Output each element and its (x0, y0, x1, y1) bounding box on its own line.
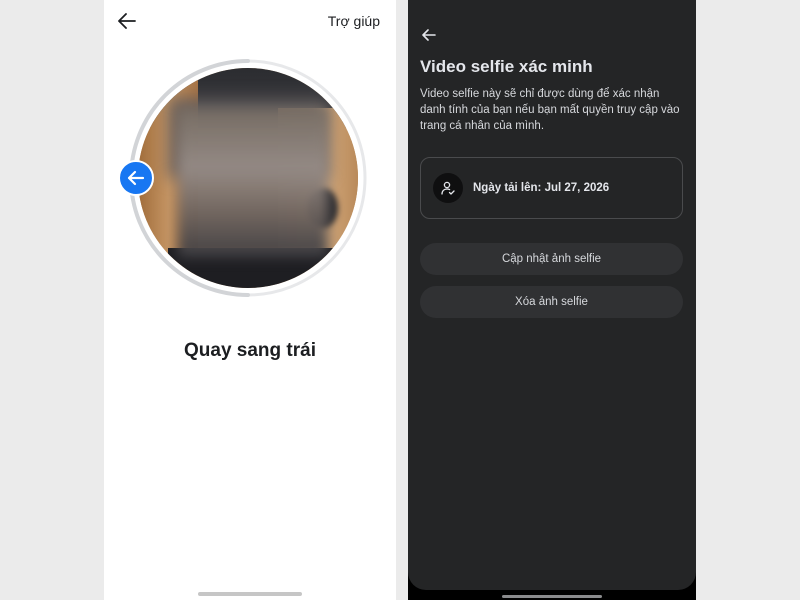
delete-selfie-button[interactable]: Xóa ảnh selfie (420, 286, 683, 318)
home-indicator (502, 595, 602, 598)
home-indicator (198, 592, 302, 596)
upload-date-text: Ngày tải lên: Jul 27, 2026 (473, 182, 610, 194)
back-arrow-icon (422, 29, 436, 41)
arrow-left-icon (127, 170, 145, 186)
screenshot-stage: Trợ giúp Quay sang trái Video selfie xác… (0, 0, 800, 600)
user-check-icon (433, 173, 463, 203)
face-camera-preview (138, 68, 358, 288)
face-scan-screen: Trợ giúp Quay sang trái (104, 0, 396, 600)
update-selfie-button[interactable]: Cập nhật ảnh selfie (420, 243, 683, 275)
upload-info-card: Ngày tải lên: Jul 27, 2026 (420, 157, 683, 219)
page-description: Video selfie này sẽ chỉ được dùng để xác… (420, 88, 680, 132)
turn-left-indicator (118, 160, 154, 196)
screen-surface: Video selfie xác minh Video selfie này s… (408, 0, 696, 590)
instruction-text: Quay sang trái (184, 340, 316, 361)
back-button[interactable] (418, 24, 440, 46)
selfie-verification-screen: Video selfie xác minh Video selfie này s… (408, 0, 696, 600)
page-title: Video selfie xác minh (420, 57, 593, 76)
